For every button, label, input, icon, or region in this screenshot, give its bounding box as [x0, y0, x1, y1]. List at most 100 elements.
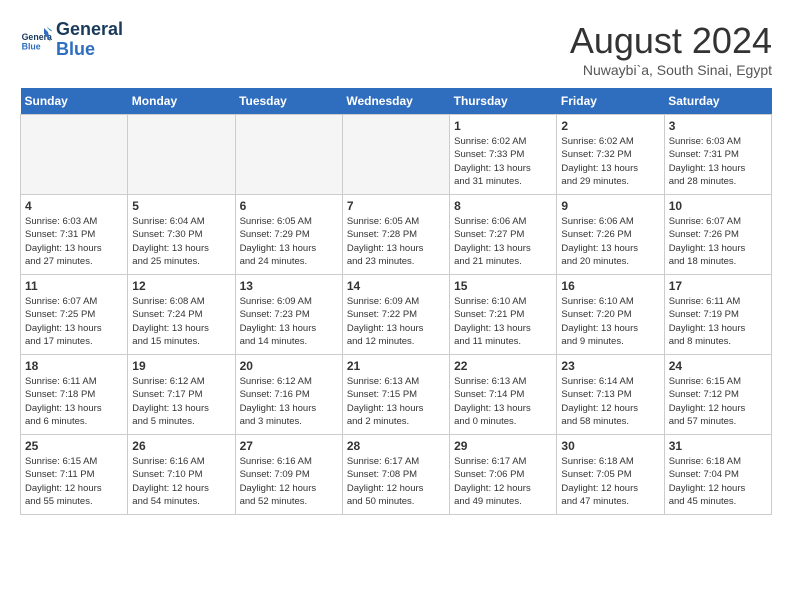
day-detail: Sunrise: 6:07 AMSunset: 7:25 PMDaylight:…: [25, 295, 123, 348]
weekday-header-tuesday: Tuesday: [235, 88, 342, 115]
weekday-header-friday: Friday: [557, 88, 664, 115]
day-detail: Sunrise: 6:17 AMSunset: 7:06 PMDaylight:…: [454, 455, 552, 508]
calendar-cell: 19 Sunrise: 6:12 AMSunset: 7:17 PMDayligh…: [128, 355, 235, 435]
weekday-header-saturday: Saturday: [664, 88, 771, 115]
logo-text: General Blue: [56, 20, 123, 60]
day-number: 4: [25, 199, 123, 213]
calendar-cell: 29 Sunrise: 6:17 AMSunset: 7:06 PMDayligh…: [450, 435, 557, 515]
day-number: 23: [561, 359, 659, 373]
day-detail: Sunrise: 6:17 AMSunset: 7:08 PMDaylight:…: [347, 455, 445, 508]
calendar-cell: [21, 115, 128, 195]
calendar-week-row: 1Sunrise: 6:02 AMSunset: 7:33 PMDaylight…: [21, 115, 772, 195]
month-year-title: August 2024: [570, 20, 772, 62]
weekday-header-wednesday: Wednesday: [342, 88, 449, 115]
day-number: 27: [240, 439, 338, 453]
page-header: General Blue General Blue August 2024 Nu…: [20, 20, 772, 78]
calendar-cell: 14Sunrise: 6:09 AMSunset: 7:22 PMDayligh…: [342, 275, 449, 355]
day-number: 18: [25, 359, 123, 373]
location-label: Nuwaybi`a, South Sinai, Egypt: [570, 62, 772, 78]
calendar-cell: 30 Sunrise: 6:18 AMSunset: 7:05 PMDayligh…: [557, 435, 664, 515]
day-detail: Sunrise: 6:15 AMSunset: 7:12 PMDaylight:…: [669, 375, 767, 428]
day-detail: Sunrise: 6:09 AMSunset: 7:23 PMDaylight:…: [240, 295, 338, 348]
day-number: 31: [669, 439, 767, 453]
calendar-cell: 17Sunrise: 6:11 AMSunset: 7:19 PMDayligh…: [664, 275, 771, 355]
day-number: 24: [669, 359, 767, 373]
calendar-cell: 6Sunrise: 6:05 AMSunset: 7:29 PMDaylight…: [235, 195, 342, 275]
day-number: 19: [132, 359, 230, 373]
day-number: 7: [347, 199, 445, 213]
logo-line1: General: [56, 19, 123, 39]
calendar-cell: 1Sunrise: 6:02 AMSunset: 7:33 PMDaylight…: [450, 115, 557, 195]
calendar-cell: 4 Sunrise: 6:03 AMSunset: 7:31 PMDaylight…: [21, 195, 128, 275]
day-number: 6: [240, 199, 338, 213]
day-detail: Sunrise: 6:13 AMSunset: 7:14 PMDaylight:…: [454, 375, 552, 428]
day-number: 17: [669, 279, 767, 293]
logo: General Blue General Blue: [20, 20, 123, 60]
day-detail: Sunrise: 6:12 AMSunset: 7:16 PMDaylight:…: [240, 375, 338, 428]
day-number: 13: [240, 279, 338, 293]
day-detail: Sunrise: 6:11 AMSunset: 7:18 PMDaylight:…: [25, 375, 123, 428]
day-detail: Sunrise: 6:14 AMSunset: 7:13 PMDaylight:…: [561, 375, 659, 428]
day-number: 8: [454, 199, 552, 213]
calendar-cell: 25 Sunrise: 6:15 AMSunset: 7:11 PMDayligh…: [21, 435, 128, 515]
calendar-cell: 28 Sunrise: 6:17 AMSunset: 7:08 PMDayligh…: [342, 435, 449, 515]
day-detail: Sunrise: 6:06 AMSunset: 7:27 PMDaylight:…: [454, 215, 552, 268]
calendar-cell: 9 Sunrise: 6:06 AMSunset: 7:26 PMDaylight…: [557, 195, 664, 275]
day-number: 30: [561, 439, 659, 453]
day-number: 3: [669, 119, 767, 133]
calendar-cell: 5Sunrise: 6:04 AMSunset: 7:30 PMDaylight…: [128, 195, 235, 275]
day-detail: Sunrise: 6:18 AMSunset: 7:05 PMDaylight:…: [561, 455, 659, 508]
calendar-cell: 15 Sunrise: 6:10 AMSunset: 7:21 PMDayligh…: [450, 275, 557, 355]
day-detail: Sunrise: 6:15 AMSunset: 7:11 PMDaylight:…: [25, 455, 123, 508]
calendar-cell: 18 Sunrise: 6:11 AMSunset: 7:18 PMDayligh…: [21, 355, 128, 435]
calendar-cell: 20Sunrise: 6:12 AMSunset: 7:16 PMDayligh…: [235, 355, 342, 435]
calendar-cell: 8 Sunrise: 6:06 AMSunset: 7:27 PMDaylight…: [450, 195, 557, 275]
weekday-header-sunday: Sunday: [21, 88, 128, 115]
calendar-cell: 7Sunrise: 6:05 AMSunset: 7:28 PMDaylight…: [342, 195, 449, 275]
calendar-week-row: 18 Sunrise: 6:11 AMSunset: 7:18 PMDayligh…: [21, 355, 772, 435]
day-detail: Sunrise: 6:02 AMSunset: 7:32 PMDaylight:…: [561, 135, 659, 188]
day-detail: Sunrise: 6:16 AMSunset: 7:10 PMDaylight:…: [132, 455, 230, 508]
title-block: August 2024 Nuwaybi`a, South Sinai, Egyp…: [570, 20, 772, 78]
calendar-cell: [128, 115, 235, 195]
day-detail: Sunrise: 6:03 AMSunset: 7:31 PMDaylight:…: [25, 215, 123, 268]
calendar-cell: 26 Sunrise: 6:16 AMSunset: 7:10 PMDayligh…: [128, 435, 235, 515]
calendar-week-row: 25 Sunrise: 6:15 AMSunset: 7:11 PMDayligh…: [21, 435, 772, 515]
day-detail: Sunrise: 6:08 AMSunset: 7:24 PMDaylight:…: [132, 295, 230, 348]
day-number: 10: [669, 199, 767, 213]
day-number: 15: [454, 279, 552, 293]
day-number: 9: [561, 199, 659, 213]
calendar-cell: [235, 115, 342, 195]
day-detail: Sunrise: 6:03 AMSunset: 7:31 PMDaylight:…: [669, 135, 767, 188]
day-number: 16: [561, 279, 659, 293]
day-detail: Sunrise: 6:12 AMSunset: 7:17 PMDaylight:…: [132, 375, 230, 428]
calendar-table: SundayMondayTuesdayWednesdayThursdayFrid…: [20, 88, 772, 515]
calendar-cell: 12 Sunrise: 6:08 AMSunset: 7:24 PMDayligh…: [128, 275, 235, 355]
day-detail: Sunrise: 6:16 AMSunset: 7:09 PMDaylight:…: [240, 455, 338, 508]
calendar-cell: 24 Sunrise: 6:15 AMSunset: 7:12 PMDayligh…: [664, 355, 771, 435]
weekday-header-row: SundayMondayTuesdayWednesdayThursdayFrid…: [21, 88, 772, 115]
calendar-cell: 2 Sunrise: 6:02 AMSunset: 7:32 PMDaylight…: [557, 115, 664, 195]
day-number: 25: [25, 439, 123, 453]
day-number: 26: [132, 439, 230, 453]
day-number: 1: [454, 119, 552, 133]
day-number: 29: [454, 439, 552, 453]
weekday-header-thursday: Thursday: [450, 88, 557, 115]
day-detail: Sunrise: 6:18 AMSunset: 7:04 PMDaylight:…: [669, 455, 767, 508]
calendar-cell: 23 Sunrise: 6:14 AMSunset: 7:13 PMDayligh…: [557, 355, 664, 435]
day-number: 12: [132, 279, 230, 293]
day-detail: Sunrise: 6:10 AMSunset: 7:20 PMDaylight:…: [561, 295, 659, 348]
day-detail: Sunrise: 6:13 AMSunset: 7:15 PMDaylight:…: [347, 375, 445, 428]
day-detail: Sunrise: 6:10 AMSunset: 7:21 PMDaylight:…: [454, 295, 552, 348]
day-number: 5: [132, 199, 230, 213]
calendar-cell: 13 Sunrise: 6:09 AMSunset: 7:23 PMDayligh…: [235, 275, 342, 355]
day-detail: Sunrise: 6:06 AMSunset: 7:26 PMDaylight:…: [561, 215, 659, 268]
calendar-cell: 31 Sunrise: 6:18 AMSunset: 7:04 PMDayligh…: [664, 435, 771, 515]
day-number: 28: [347, 439, 445, 453]
calendar-cell: 3 Sunrise: 6:03 AMSunset: 7:31 PMDaylight…: [664, 115, 771, 195]
day-detail: Sunrise: 6:07 AMSunset: 7:26 PMDaylight:…: [669, 215, 767, 268]
calendar-cell: 11Sunrise: 6:07 AMSunset: 7:25 PMDayligh…: [21, 275, 128, 355]
day-number: 2: [561, 119, 659, 133]
calendar-week-row: 11Sunrise: 6:07 AMSunset: 7:25 PMDayligh…: [21, 275, 772, 355]
weekday-header-monday: Monday: [128, 88, 235, 115]
